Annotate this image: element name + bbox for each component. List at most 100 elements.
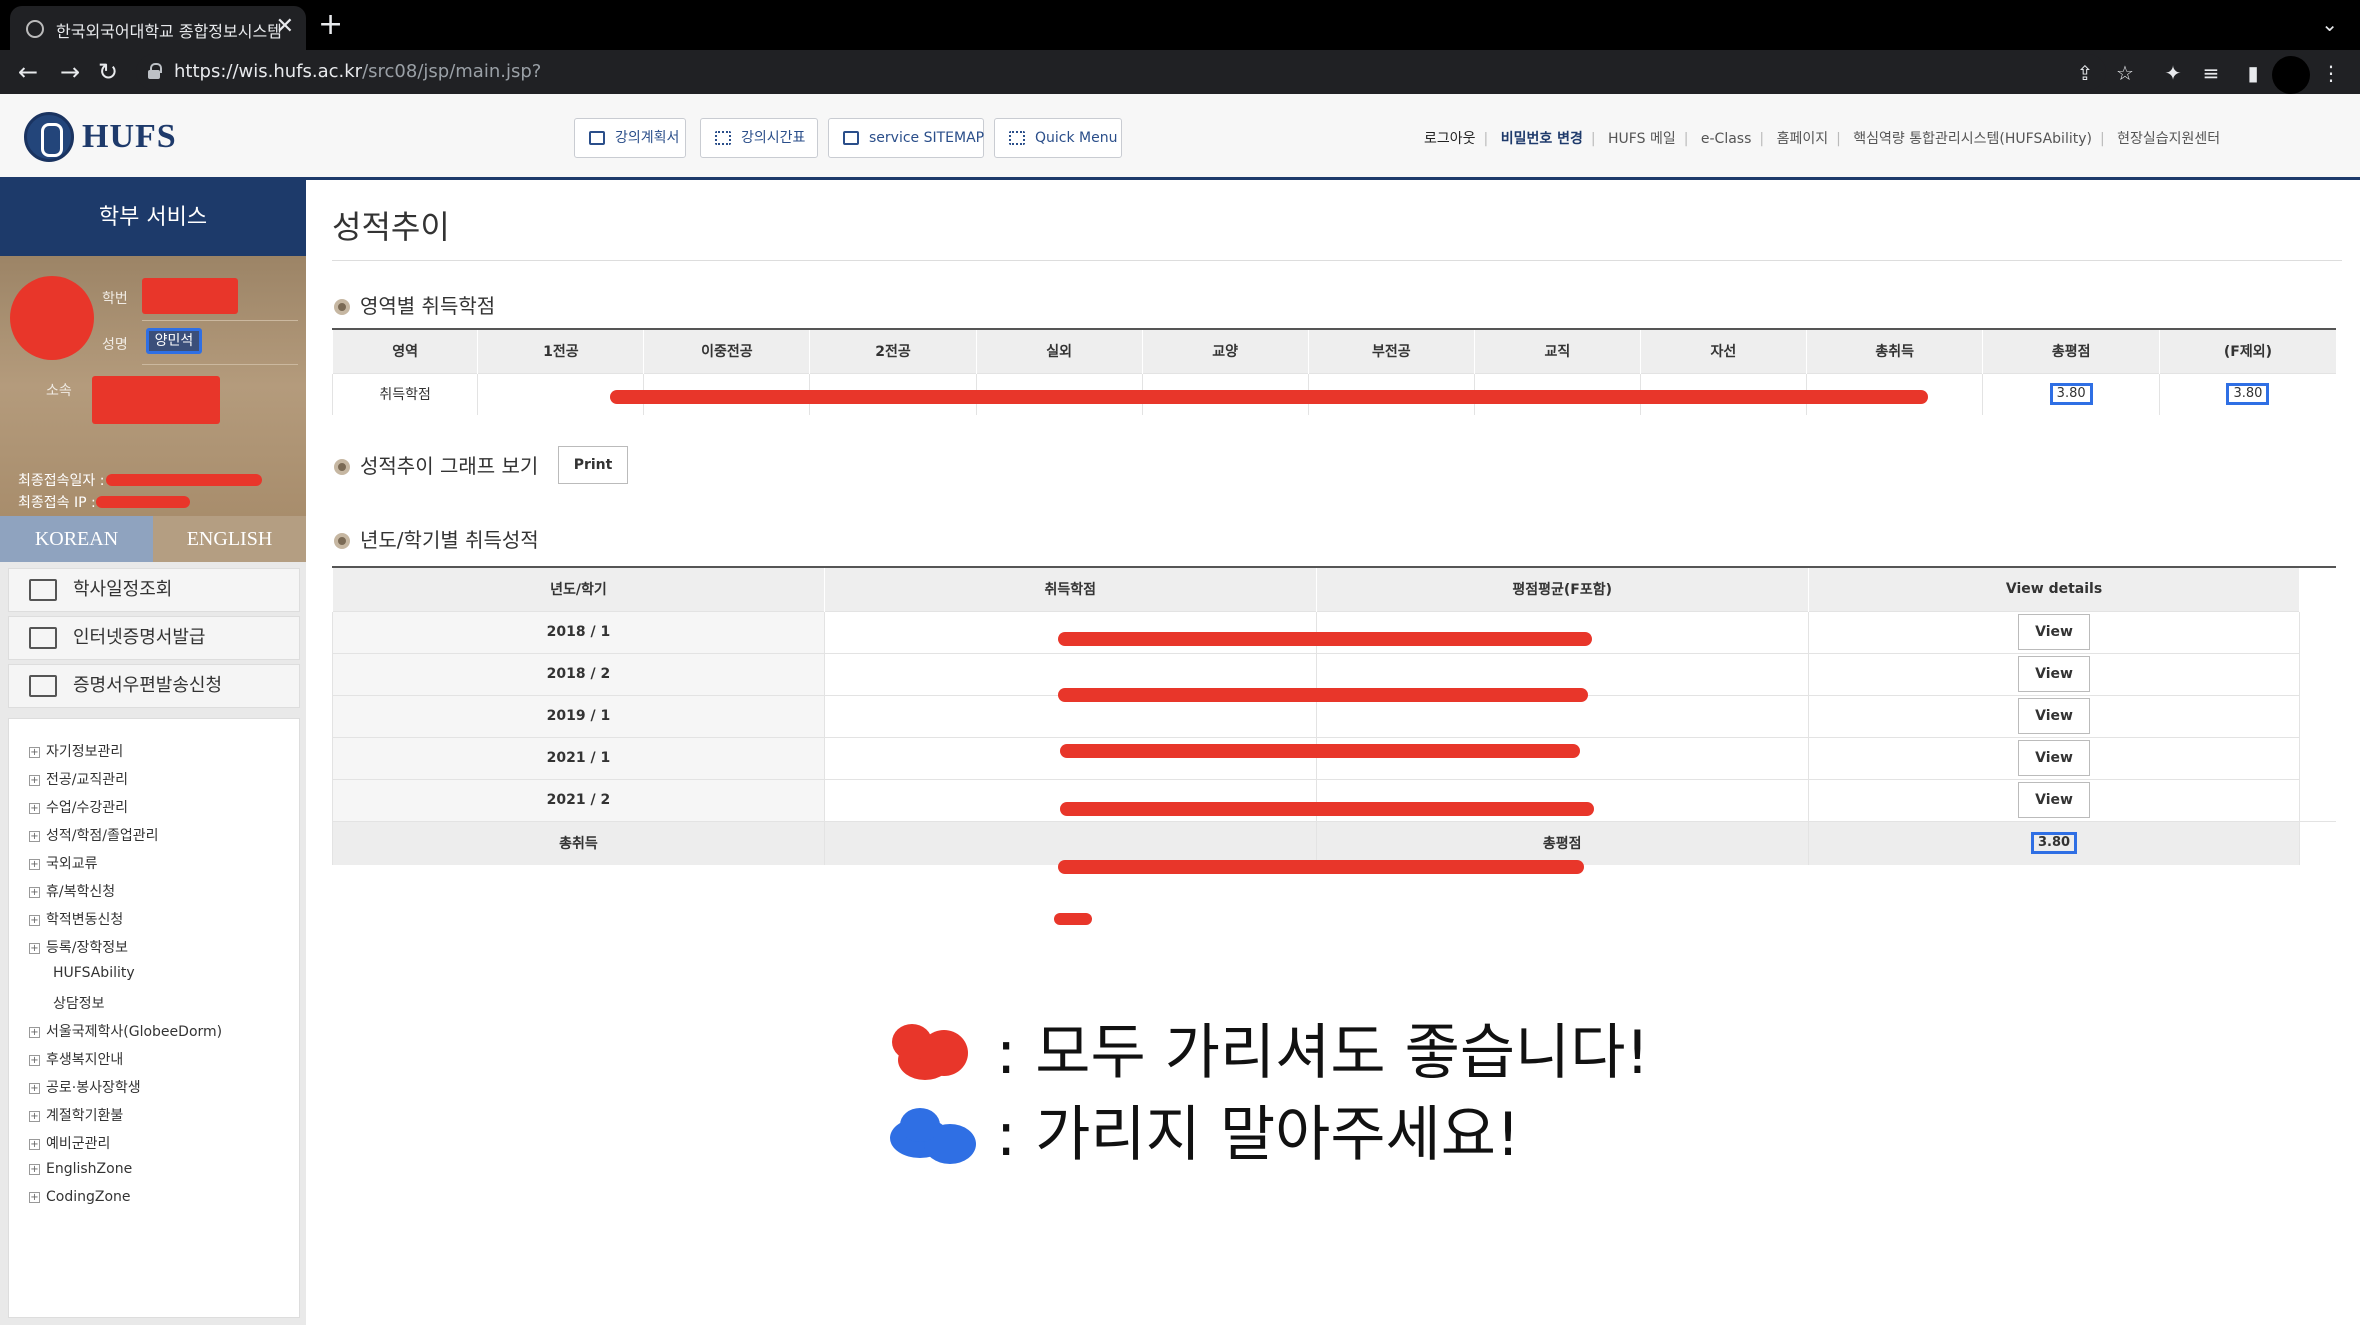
syllabus-button[interactable]: 강의계획서 [574, 118, 686, 158]
column-header: 자선 [1639, 329, 1807, 373]
sidebar-tree-item[interactable]: + 전공/교직관리 [29, 769, 128, 789]
extensions-icon[interactable]: ✦ [2160, 60, 2186, 86]
col-gpa: 평점평균(F포함) [1315, 567, 1809, 611]
view-details-button[interactable]: View [2018, 656, 2091, 692]
forward-button[interactable]: → [54, 56, 86, 88]
sidebar-tree-item[interactable]: + 국외교류 [29, 853, 98, 873]
sidebar-tree-item[interactable]: + 자기정보관리 [29, 741, 123, 761]
column-header: 교양 [1141, 329, 1309, 373]
expand-icon[interactable]: + [29, 1163, 40, 1175]
expand-icon[interactable]: + [29, 914, 40, 926]
expand-icon[interactable]: + [29, 858, 40, 870]
student-no-redacted [142, 278, 238, 314]
sidebar-tree-item[interactable]: + 예비군관리 [29, 1133, 110, 1153]
tree-item-label: 등록/장학정보 [46, 940, 128, 956]
view-details-button[interactable]: View [2018, 740, 2091, 776]
lang-english-button[interactable]: ENGLISH [153, 516, 306, 562]
sidebar-tree-item[interactable]: + 서울국제학사(GlobeeDorm) [29, 1021, 222, 1041]
expand-icon[interactable]: + [29, 1110, 40, 1122]
site-header: HUFS 강의계획서 강의시간표 service SITEMAP Quick M… [0, 94, 2360, 180]
expand-icon[interactable]: + [29, 1138, 40, 1150]
certificate-mail-button[interactable]: 증명서우편발송신청 [8, 664, 300, 708]
certificate-issue-button[interactable]: 인터넷증명서발급 [8, 616, 300, 660]
quick-menu-button[interactable]: Quick Menu [994, 118, 1122, 158]
divider [142, 364, 298, 365]
new-tab-button[interactable]: + [318, 10, 343, 40]
profile-avatar[interactable] [2272, 56, 2310, 94]
sidebar-tree-item[interactable]: + 공로·봉사장학생 [29, 1077, 141, 1097]
expand-icon[interactable]: + [29, 774, 40, 786]
spacer-cell [2299, 611, 2336, 653]
view-details-button[interactable]: View [2018, 698, 2091, 734]
tree-item-label: EnglishZone [46, 1161, 133, 1177]
hufsability-link[interactable]: 핵심역량 통합관리시스템(HUFSAbility) [1853, 128, 2092, 148]
reading-list-icon[interactable]: ≡ [2198, 60, 2224, 86]
red-cloud-icon [890, 1022, 982, 1080]
academic-calendar-button[interactable]: 학사일정조회 [8, 568, 300, 612]
browser-tab[interactable]: 한국외국어대학교 종합정보시스템 ✕ [10, 6, 306, 50]
view-details-button[interactable]: View [2018, 614, 2091, 650]
expand-icon[interactable]: + [29, 830, 40, 842]
expand-icon[interactable]: + [29, 1054, 40, 1066]
side-panel-icon[interactable]: ▮ [2240, 60, 2266, 86]
last-access-label: 최종접속일자 : [18, 473, 105, 489]
timetable-button[interactable]: 강의시간표 [700, 118, 818, 158]
total-gpa-value: 3.80 [2030, 832, 2078, 855]
term-cell: 2018 / 1 [332, 610, 825, 653]
sidebar-tree-item[interactable]: + 후생복지안내 [29, 1049, 123, 1069]
sidebar-tree-item[interactable]: + 성적/학점/졸업관리 [29, 825, 158, 845]
sidebar-tree-item[interactable]: + 학적변동신청 [29, 909, 123, 929]
tab-search-icon[interactable]: ⌄ [2321, 12, 2338, 36]
sitemap-button[interactable]: service SITEMAP [828, 118, 984, 158]
sidebar-tree-item[interactable]: + CodingZone [29, 1189, 131, 1205]
column-header: 실외 [975, 329, 1143, 373]
expand-icon[interactable]: + [29, 1191, 40, 1203]
bookmark-star-icon[interactable]: ☆ [2112, 60, 2138, 86]
tree-item-label: 학적변동신청 [46, 912, 124, 928]
url-text[interactable]: https://wis.hufs.ac.kr/src08/jsp/main.js… [174, 61, 541, 82]
browser-menu-icon[interactable]: ⋮ [2318, 60, 2344, 86]
url-host: https://wis.hufs.ac.kr [174, 61, 363, 82]
sidebar-tree-item[interactable]: + 계절학기환불 [29, 1105, 123, 1125]
tree-item-label: 국외교류 [46, 856, 98, 872]
print-button[interactable]: Print [558, 446, 628, 484]
homepage-link[interactable]: 홈페이지 [1777, 128, 1829, 148]
col-credits: 취득학점 [823, 567, 1317, 611]
top-links: 로그아웃 | 비밀번호 변경 | HUFS 메일 | e-Class | 홈페이지 | 핵… [1424, 128, 2220, 148]
expand-icon[interactable]: + [29, 886, 40, 898]
sidebar-tree-item[interactable]: + 수업/수강관리 [29, 797, 128, 817]
sidebar-tree-item[interactable]: + 휴/복학신청 [29, 881, 115, 901]
tab-close-icon[interactable]: ✕ [276, 14, 294, 39]
timetable-label: 강의시간표 [741, 130, 806, 146]
expand-icon[interactable]: + [29, 802, 40, 814]
lang-korean-button[interactable]: KOREAN [0, 516, 153, 562]
profile-card: 학번 성명 양민석 소속 최종접속일자 : 최종접속 IP : [0, 256, 306, 516]
total-gpa-cell: 3.80 [1807, 820, 2300, 865]
expand-icon[interactable]: + [29, 1026, 40, 1038]
dept-redacted [92, 376, 220, 424]
field-training-link[interactable]: 현장실습지원센터 [2117, 128, 2220, 148]
sidebar-title: 학부 서비스 [0, 180, 306, 256]
link-separator: | [1836, 131, 1841, 147]
logout-link[interactable]: 로그아웃 [1424, 128, 1476, 148]
sidebar-tree-item[interactable]: + 등록/장학정보 [29, 937, 128, 957]
grid-icon [1009, 131, 1025, 145]
gpa-excl-f-cell: 3.80 [2158, 372, 2336, 415]
share-icon[interactable]: ⇪ [2072, 60, 2098, 86]
back-button[interactable]: ← [12, 56, 44, 88]
change-password-link[interactable]: 비밀번호 변경 [1501, 128, 1583, 148]
eclass-link[interactable]: e-Class [1701, 131, 1752, 147]
term-cell: 2018 / 2 [332, 652, 825, 695]
expand-icon[interactable]: + [29, 942, 40, 954]
sidebar-tree-item[interactable]: + EnglishZone [29, 1161, 132, 1177]
hufs-mail-link[interactable]: HUFS 메일 [1608, 128, 1676, 148]
sidebar-tree-item[interactable]: HUFSAbility [53, 965, 135, 981]
address-bar[interactable]: https://wis.hufs.ac.kr/src08/jsp/main.js… [136, 54, 2106, 90]
sidebar-tree-item[interactable]: 상담정보 [53, 993, 105, 1013]
reload-button[interactable]: ↻ [92, 56, 124, 88]
expand-icon[interactable]: + [29, 746, 40, 758]
expand-icon[interactable]: + [29, 1082, 40, 1094]
credits-redacted [610, 390, 1928, 404]
view-details-button[interactable]: View [2018, 782, 2091, 818]
column-header: 2전공 [809, 329, 977, 373]
